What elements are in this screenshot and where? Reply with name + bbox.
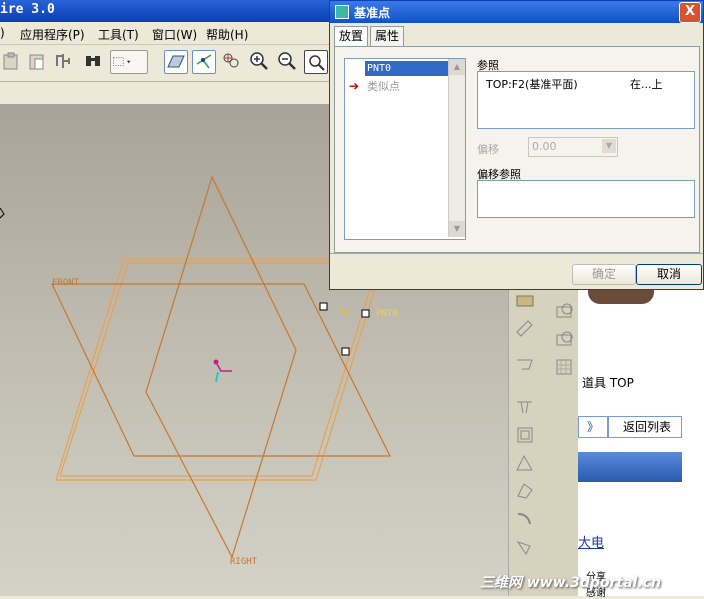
select-box-icon[interactable] <box>110 50 148 74</box>
paste-special-icon[interactable] <box>26 50 48 72</box>
point-drag-handle[interactable] <box>361 309 370 318</box>
article-link[interactable]: 大电 <box>578 532 604 551</box>
list-scrollbar[interactable]: ▲ ▼ <box>448 59 465 237</box>
tab-properties[interactable]: 属性 <box>370 26 405 46</box>
tab-placement[interactable]: 放置 <box>334 26 369 47</box>
csys-origin <box>213 359 219 365</box>
datum-plane-icon[interactable] <box>164 50 188 74</box>
menu-item-applications[interactable]: 应用程序(P) <box>20 26 85 43</box>
cursor-icon <box>0 207 5 219</box>
rib-icon[interactable] <box>514 396 536 418</box>
offset-value: 0.00 <box>532 140 557 153</box>
offset-label: 偏移 <box>477 143 499 156</box>
offset-icon[interactable] <box>514 424 536 446</box>
merge-icon[interactable] <box>514 480 536 502</box>
watermark: 三维网 www.3dportal.cn <box>480 575 661 591</box>
datum-axis-icon[interactable] <box>192 50 216 74</box>
regenerate-icon[interactable] <box>52 50 74 72</box>
arrow-right-icon: ➔ <box>349 79 360 93</box>
csys-icon <box>216 363 232 372</box>
point-drag-handle[interactable] <box>319 302 328 311</box>
right-plane <box>145 175 297 559</box>
round-icon[interactable] <box>514 316 536 338</box>
hole-icon[interactable] <box>553 300 575 322</box>
reference-name[interactable]: TOP:F2(基准平面) <box>486 76 578 92</box>
close-icon[interactable]: X <box>679 2 701 23</box>
back-to-list-label: 返回列表 <box>623 420 672 434</box>
reference-type[interactable]: 在...上 <box>630 76 663 92</box>
menu-item-help[interactable]: 帮助(H) <box>206 26 248 43</box>
extend-icon[interactable] <box>514 536 536 558</box>
cancel-button[interactable]: 取消 <box>636 264 702 285</box>
point-list[interactable]: PNT0 ➔ 类似点 ▲ ▼ <box>344 58 466 240</box>
offset-reference-list[interactable] <box>477 180 695 218</box>
dialog-divider <box>330 253 703 254</box>
paste-icon[interactable] <box>0 50 22 72</box>
nav-links[interactable]: 道具 TOP <box>582 374 634 391</box>
dialog-icon <box>335 5 349 19</box>
draft-icon[interactable] <box>514 354 536 376</box>
datum-point-marker <box>339 309 351 314</box>
chevron-down-icon[interactable]: ▼ <box>602 139 616 153</box>
right-toolbar <box>508 288 579 596</box>
reference-list[interactable]: TOP:F2(基准平面) 在...上 <box>477 71 695 129</box>
draft-surface-icon[interactable] <box>514 452 536 474</box>
menu-item-partial[interactable]: ) <box>0 26 5 40</box>
pattern-icon[interactable] <box>553 356 575 378</box>
datum-point-icon[interactable] <box>220 50 242 72</box>
zoom-in-icon[interactable] <box>248 50 270 72</box>
sketch-icon[interactable] <box>514 290 536 312</box>
find-icon[interactable] <box>82 50 104 72</box>
csys-axis <box>215 371 219 383</box>
section-header-bar <box>578 452 682 482</box>
dialog-title: 基准点 <box>354 6 391 20</box>
point-drag-handle[interactable] <box>341 347 350 356</box>
zoom-out-icon[interactable] <box>276 50 298 72</box>
shell-icon[interactable] <box>553 328 575 350</box>
datum-point-label: PNT0 <box>376 309 398 319</box>
back-to-list-button[interactable]: 返回列表 <box>608 416 682 438</box>
next-page-button[interactable]: 》 <box>578 416 608 438</box>
top-plane-outline-inner <box>59 262 379 477</box>
point-list-item-new[interactable]: 类似点 <box>367 78 400 94</box>
menu-item-window[interactable]: 窗口(W) <box>152 26 197 43</box>
dialog-titlebar: 基准点 X <box>330 1 703 23</box>
refit-icon[interactable] <box>304 50 328 74</box>
menu-item-tools[interactable]: 工具(T) <box>98 26 139 43</box>
app-title: ire 3.0 <box>0 2 55 17</box>
datum-point-dialog: 基准点 X 放置 属性 PNT0 ➔ 类似点 ▲ ▼ 参照 TOP:F2(基准平… <box>329 0 704 290</box>
point-list-item-selected[interactable]: PNT0 <box>365 61 451 76</box>
browser-pane: 道具 TOP 》 返回列表 大电 分享 感谢 <box>578 288 704 599</box>
offset-select[interactable]: 0.00 ▼ <box>528 137 618 157</box>
trim-icon[interactable] <box>514 508 536 530</box>
right-plane-label: RIGHT <box>230 557 258 567</box>
banner-image <box>584 288 686 306</box>
front-plane-label: FRONT <box>52 278 80 288</box>
ok-button[interactable]: 确定 <box>572 264 636 285</box>
